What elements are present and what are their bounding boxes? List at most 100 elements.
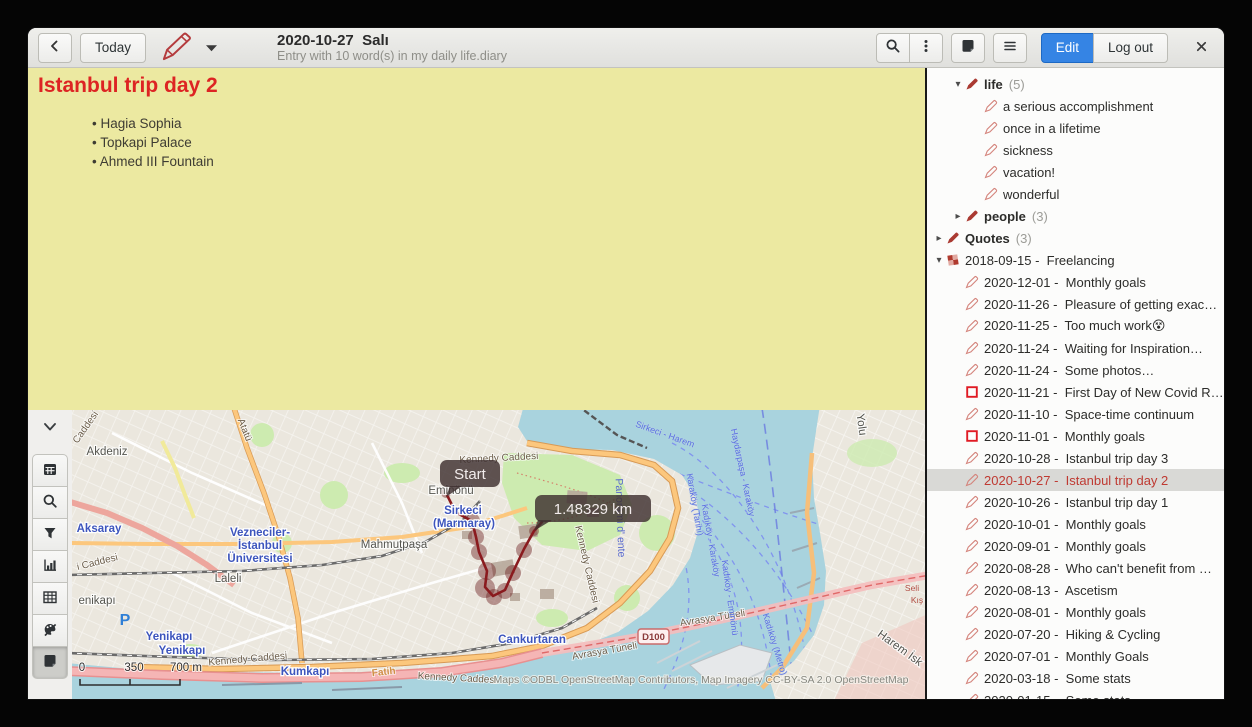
map-label: Laleli: [215, 573, 242, 585]
tree-row[interactable]: ▸people(3): [927, 205, 1224, 227]
tree-row[interactable]: 2020-07-01 - Monthly Goals: [927, 645, 1224, 667]
tree-row[interactable]: 2020-10-01 - Monthly goals: [927, 513, 1224, 535]
map-tool-button[interactable]: [32, 646, 68, 679]
map-label: Akdeniz: [87, 446, 128, 458]
entry-pencil-icon: [965, 627, 980, 641]
tree-row[interactable]: 2020-10-26 - Istanbul trip day 1: [927, 491, 1224, 513]
tree-row-label: 2020-08-13 - Ascetism: [984, 583, 1118, 598]
map-label: Sirkeci: [444, 505, 482, 517]
palette-tool-button[interactable]: [32, 614, 68, 647]
tree-row[interactable]: 2020-11-10 - Space-time continuum: [927, 403, 1224, 425]
tree-row[interactable]: 2020-09-01 - Monthly goals: [927, 535, 1224, 557]
tree-row[interactable]: 2020-12-01 - Monthly goals: [927, 271, 1224, 293]
tree-row[interactable]: vacation!: [927, 161, 1224, 183]
tree-row[interactable]: 2020-11-25 - Too much work😵: [927, 315, 1224, 337]
entry-pencil-icon: [965, 561, 980, 575]
tree-row-count: (3): [1016, 231, 1032, 246]
map-label: enikapı: [78, 595, 115, 607]
map-svg: D100 AkdenizCaddesiAtatüAksarayVeznecile…: [72, 410, 925, 699]
entry-pencil-icon: [965, 407, 980, 421]
tree-row-label: 2020-11-26 - Pleasure of getting exac…: [984, 297, 1217, 312]
tree-row[interactable]: ▾2018-09-15 - Freelancing: [927, 249, 1224, 271]
tree-row-label: 2020-10-28 - Istanbul trip day 3: [984, 451, 1168, 466]
tree-row[interactable]: 2020-11-24 - Some photos…: [927, 359, 1224, 381]
tree-row[interactable]: 2020-07-20 - Hiking & Cycling: [927, 623, 1224, 645]
tree-row-label: 2020-11-21 - First Day of New Covid R…: [984, 385, 1224, 400]
map-label: (Marmaray): [433, 518, 495, 530]
entry-pencil-icon: [965, 473, 980, 487]
tree-row-label: 2020-09-01 - Monthly goals: [984, 539, 1146, 554]
entry-pencil-icon: [965, 297, 980, 311]
svg-text:700 m: 700 m: [170, 662, 202, 674]
more-menu-button[interactable]: [909, 33, 943, 63]
logout-button[interactable]: Log out: [1093, 33, 1168, 63]
map-panel: D100 AkdenizCaddesiAtatüAksarayVeznecile…: [28, 410, 925, 699]
tree-row[interactable]: 2020-03-18 - Some stats: [927, 667, 1224, 689]
expander-right-icon[interactable]: ▸: [932, 233, 946, 244]
tree-row[interactable]: 2020-10-27 - Istanbul trip day 2: [927, 469, 1224, 491]
tree-row[interactable]: 2020-11-24 - Waiting for Inspiration…: [927, 337, 1224, 359]
chevron-down-icon: [42, 421, 58, 436]
entry-pencil-icon: [984, 99, 999, 113]
collapse-panel-button[interactable]: [38, 418, 62, 438]
template-icon: [946, 253, 961, 267]
map-attribution: Maps ©ODBL OpenStreetMap Contributors, M…: [494, 674, 909, 686]
table-tool-button[interactable]: [32, 582, 68, 615]
entry-pencil-icon: [965, 495, 980, 509]
entry-pencil-icon: [965, 671, 980, 685]
entry-pencil-icon: [984, 165, 999, 179]
red-pencil-icon: [158, 29, 196, 66]
tree-row[interactable]: wonderful: [927, 183, 1224, 205]
entry-pencil-icon: [965, 517, 980, 531]
editor-area[interactable]: Istanbul trip day 2 Hagia SophiaTopkapi …: [28, 68, 925, 410]
journal-menu-button[interactable]: [154, 29, 221, 66]
tree-row-label: 2020-11-24 - Waiting for Inspiration…: [984, 341, 1203, 356]
tree-row[interactable]: once in a lifetime: [927, 117, 1224, 139]
hamburger-menu-button[interactable]: [993, 33, 1027, 63]
entry-pencil-icon: [965, 451, 980, 465]
filter-tool-button[interactable]: [32, 518, 68, 551]
map-label: P: [120, 612, 131, 629]
tree-row[interactable]: 2020-08-01 - Monthly goals: [927, 601, 1224, 623]
tree-row[interactable]: 2020-11-21 - First Day of New Covid R…: [927, 381, 1224, 403]
today-button[interactable]: Today: [80, 33, 146, 63]
tree-row-label: 2020-11-01 - Monthly goals: [984, 429, 1145, 444]
expander-right-icon[interactable]: ▸: [951, 211, 965, 222]
map-canvas[interactable]: D100 AkdenizCaddesiAtatüAksarayVeznecile…: [72, 410, 925, 699]
tree-row[interactable]: sickness: [927, 139, 1224, 161]
tree-row[interactable]: 2020-08-28 - Who can't benefit from …: [927, 557, 1224, 579]
svg-text:0: 0: [79, 662, 85, 674]
back-button[interactable]: [38, 33, 72, 63]
expander-down-icon[interactable]: ▾: [932, 255, 946, 266]
tree-row[interactable]: 2020-11-01 - Monthly goals: [927, 425, 1224, 447]
tree-row-label: wonderful: [1003, 187, 1059, 202]
kebab-menu-icon: [918, 38, 934, 57]
bullet-item: Topkapi Palace: [92, 133, 915, 152]
stats-tool-button[interactable]: [32, 550, 68, 583]
tree-row[interactable]: 2020-01-15 - Some stats: [927, 689, 1224, 699]
entry-heading: Istanbul trip day 2: [38, 74, 915, 98]
tree-row-label: Quotes: [965, 231, 1010, 246]
expander-down-icon[interactable]: ▾: [951, 79, 965, 90]
tree-row-label: vacation!: [1003, 165, 1055, 180]
calendar-tool-button[interactable]: [32, 454, 68, 487]
tree-row-label: 2020-08-28 - Who can't benefit from …: [984, 561, 1212, 576]
tree-row[interactable]: a serious accomplishment: [927, 95, 1224, 117]
tree-row[interactable]: 2020-08-13 - Ascetism: [927, 579, 1224, 601]
close-icon: [1194, 42, 1209, 57]
journal-button[interactable]: [951, 33, 985, 63]
search-tool-button[interactable]: [32, 486, 68, 519]
edit-button[interactable]: Edit: [1041, 33, 1094, 63]
svg-text:D100: D100: [642, 632, 665, 643]
tree-row-label: 2020-01-15 - Some stats: [984, 693, 1131, 700]
map-label: Yenikapı: [146, 631, 193, 643]
tree-row[interactable]: ▸ Quotes (3): [927, 227, 1224, 249]
svg-text:Start: Start: [454, 466, 487, 483]
map-label: Seli: [905, 583, 919, 593]
close-button[interactable]: [1188, 35, 1214, 61]
search-button[interactable]: [876, 33, 910, 63]
tree-row[interactable]: 2020-11-26 - Pleasure of getting exac…: [927, 293, 1224, 315]
tree-row[interactable]: 2020-10-28 - Istanbul trip day 3: [927, 447, 1224, 469]
calendar-icon: [42, 461, 58, 480]
tree-row[interactable]: ▾life(5): [927, 73, 1224, 95]
